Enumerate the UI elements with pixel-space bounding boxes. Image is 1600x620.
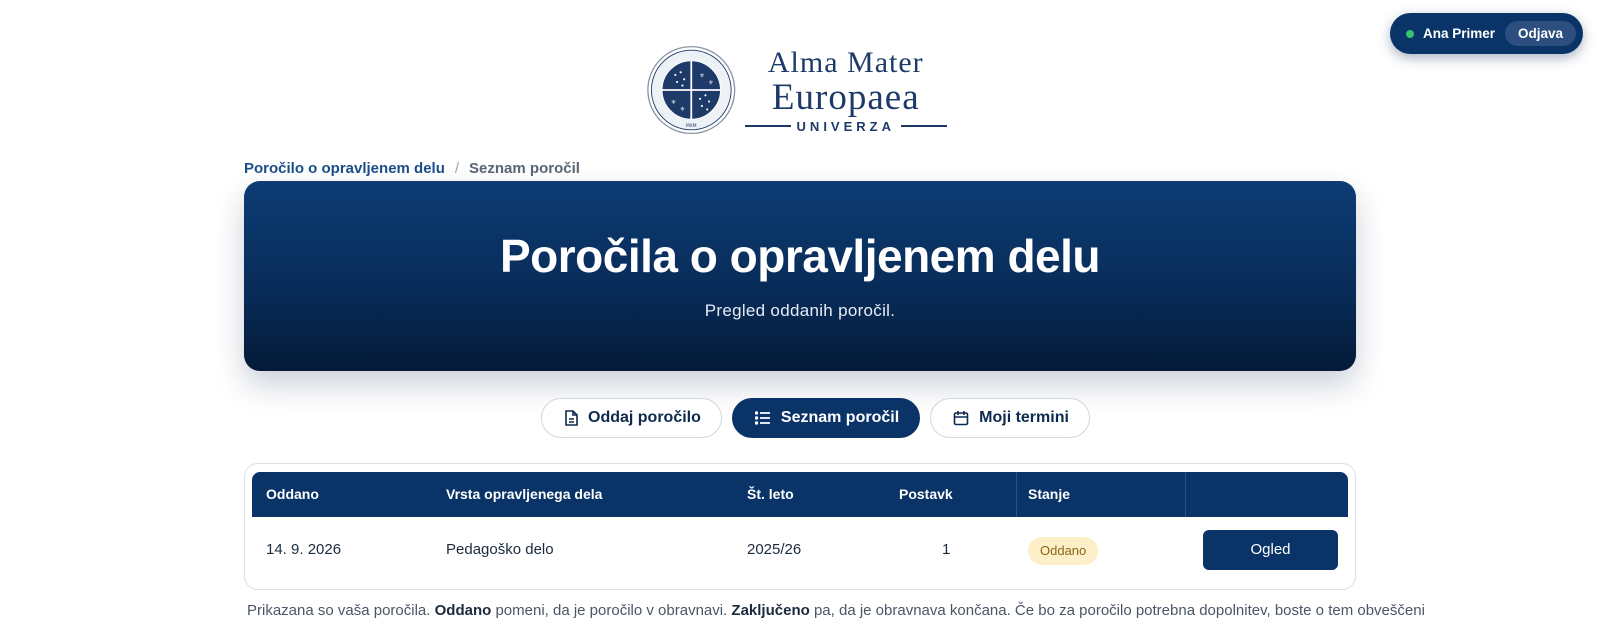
svg-text:⚜: ⚜ [680,106,686,113]
breadcrumb-separator: / [454,160,460,177]
column-header-items: Postavk [899,486,953,502]
tab-my-appointments[interactable]: Moji termini [930,398,1090,438]
list-icon [754,411,770,425]
logo-rule [744,125,791,127]
cell-items: 1 [942,541,951,558]
breadcrumb-parent-link[interactable]: Poročilo o opravljenem delu [244,160,445,177]
tab-label: Seznam poročil [780,409,900,426]
note-text: pa, da je obravnava končana. Če bo za po… [813,602,1425,619]
column-divider [1016,472,1017,517]
university-logo[interactable]: ⚜ ⚜ ⚜ ⚜ MXM Alma Mater Europaea UNIVERZA [647,38,947,142]
user-name: Ana Primer [1423,26,1496,41]
help-note: Prikazana so vaša poročila. Oddano pomen… [247,602,1425,619]
calendar-icon [953,411,969,426]
user-menu: Ana Primer Odjava [1390,13,1583,54]
note-status-closed: Zaključeno [731,602,810,619]
cell-type: Pedagoško delo [446,541,554,558]
column-header-year: Št. leto [747,486,794,502]
svg-text:MXM: MXM [686,123,697,129]
note-text: Prikazana so vaša poročila. [247,602,431,619]
page-title: Poročila o opravljenem delu [500,230,1101,282]
logo-line2: Europaea [771,76,920,118]
university-seal-icon: ⚜⚜ ⚜⚜ MXM [647,45,736,135]
logo-line3: UNIVERZA [796,118,895,134]
logo-line1: Alma Mater [767,45,924,79]
reports-table-card: Oddano Vrsta opravljenega dela Št. leto … [244,463,1356,590]
table-header: Oddano Vrsta opravljenega dela Št. leto … [252,472,1348,517]
column-divider [1185,472,1186,517]
document-icon [565,410,578,426]
svg-text:⚜: ⚜ [708,80,714,87]
view-report-button[interactable]: Ogled [1203,530,1338,570]
university-wordmark: Alma Mater Europaea UNIVERZA [744,45,947,134]
column-header-type: Vrsta opravljenega dela [446,486,603,502]
tab-label: Oddaj poročilo [588,409,701,426]
svg-text:⚜: ⚜ [699,73,705,80]
table-row: 14. 9. 2026 Pedagoško delo 2025/26 1 Odd… [252,517,1348,583]
tab-submit-report[interactable]: Oddaj poročilo [541,398,722,438]
column-header-submitted: Oddano [266,486,319,502]
column-header-status: Stanje [1028,486,1071,502]
logo-rule [901,125,947,127]
online-status-dot [1406,29,1414,38]
tab-bar: Oddaj poročilo Seznam poročil Moji termi… [541,398,1100,438]
note-text: pomeni, da je poročilo v obravnavi. [495,602,728,619]
logout-button[interactable]: Odjava [1505,21,1577,46]
note-status-submitted: Oddano [434,602,492,619]
breadcrumb: Poročilo o opravljenem delu / Seznam por… [244,160,580,177]
cell-year: 2025/26 [747,541,802,558]
cell-submitted: 14. 9. 2026 [266,541,342,558]
breadcrumb-current: Seznam poročil [469,160,580,177]
hero-banner: Poročila o opravljenem delu Pregled odda… [244,181,1356,371]
reports-table: Oddano Vrsta opravljenega dela Št. leto … [252,472,1348,583]
status-badge: Oddano [1028,537,1099,565]
tab-label: Moji termini [979,409,1069,426]
page-subtitle: Pregled oddanih poročil. [704,301,896,320]
svg-text:⚜: ⚜ [671,99,677,106]
tab-report-list[interactable]: Seznam poročil [731,398,921,438]
